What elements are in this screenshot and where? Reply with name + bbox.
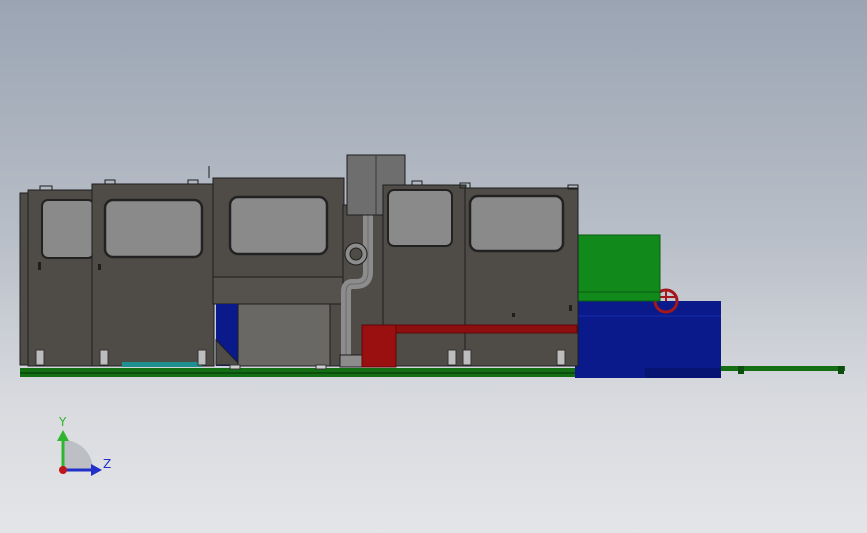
triad-quadrant (63, 440, 93, 470)
housing-section-3 (212, 177, 345, 367)
axis-y-label: Y (58, 415, 67, 429)
housing-3-window (228, 195, 329, 256)
rail-foot-1 (738, 366, 744, 374)
housing-section-1 (19, 189, 95, 367)
floor-rail (20, 366, 845, 377)
housing-section-2 (91, 183, 215, 367)
axis-origin (59, 466, 67, 474)
cad-viewport[interactable]: Y Z (0, 0, 867, 533)
housing-1-window (41, 199, 95, 259)
housing-2-window (103, 198, 204, 259)
machine-assembly-drawing[interactable]: Y Z (0, 0, 867, 533)
green-cabinet (574, 234, 661, 302)
rail-foot-2 (838, 366, 844, 374)
blue-base (575, 301, 721, 378)
lower-chamber (237, 303, 331, 367)
cyan-strip (122, 362, 202, 367)
housing-5-window (468, 194, 565, 253)
housing-section-5 (464, 187, 579, 367)
blue-base-foot (645, 368, 721, 378)
blue-base-platform (575, 301, 721, 378)
housing-4-window (387, 189, 453, 247)
coordinate-triad: Y Z (57, 415, 111, 476)
axis-z-label: Z (103, 457, 111, 471)
rail-green-edge (20, 372, 645, 374)
